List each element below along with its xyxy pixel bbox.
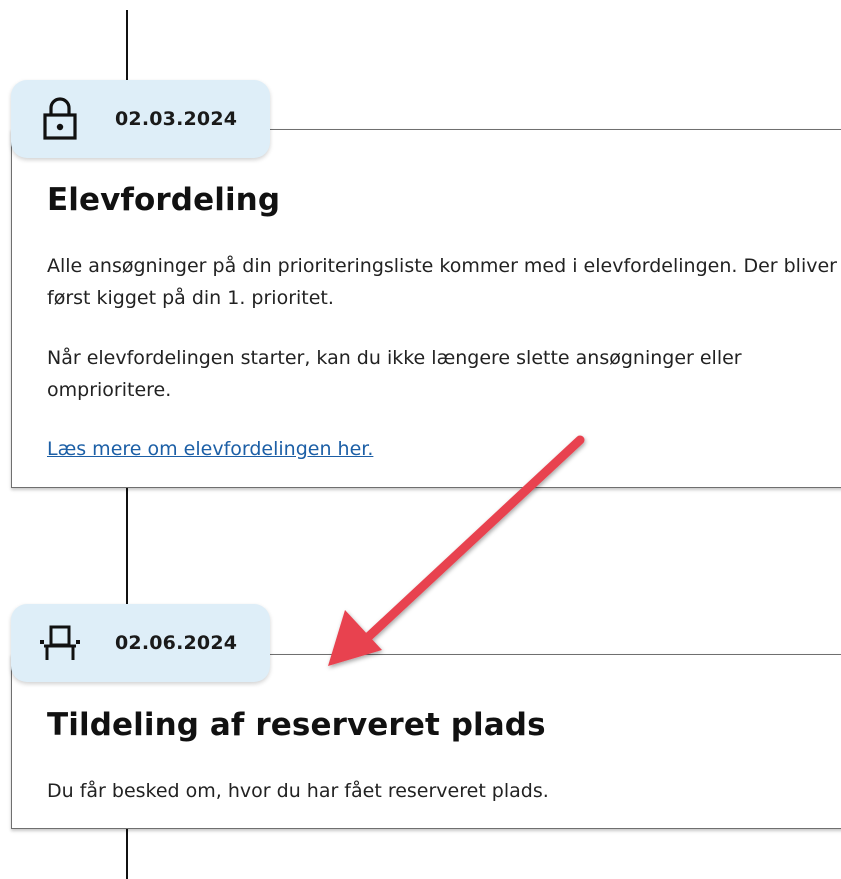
timeline-line [126, 828, 128, 879]
timeline-card-elevfordeling: Elevfordeling Alle ansøgninger på din pr… [11, 129, 841, 488]
card-paragraph: Alle ansøgninger på din prioriteringslis… [47, 255, 837, 309]
date-badge: 02.06.2024 [11, 604, 270, 682]
lock-icon [38, 97, 82, 141]
event-date: 02.03.2024 [115, 108, 238, 130]
date-badge: 02.03.2024 [11, 80, 270, 158]
timeline-line [126, 487, 128, 605]
card-title: Tildeling af reserveret plads [47, 707, 546, 743]
card-paragraph: Når elevfordelingen starter, kan du ikke… [47, 347, 742, 401]
reserved-seat-icon [38, 621, 82, 665]
read-more-link[interactable]: Læs mere om elevfordelingen her. [47, 438, 373, 460]
event-date: 02.06.2024 [115, 632, 238, 654]
card-title: Elevfordeling [47, 182, 281, 218]
card-paragraph: Du får besked om, hvor du har fået reser… [47, 780, 549, 802]
timeline-line [126, 10, 128, 80]
